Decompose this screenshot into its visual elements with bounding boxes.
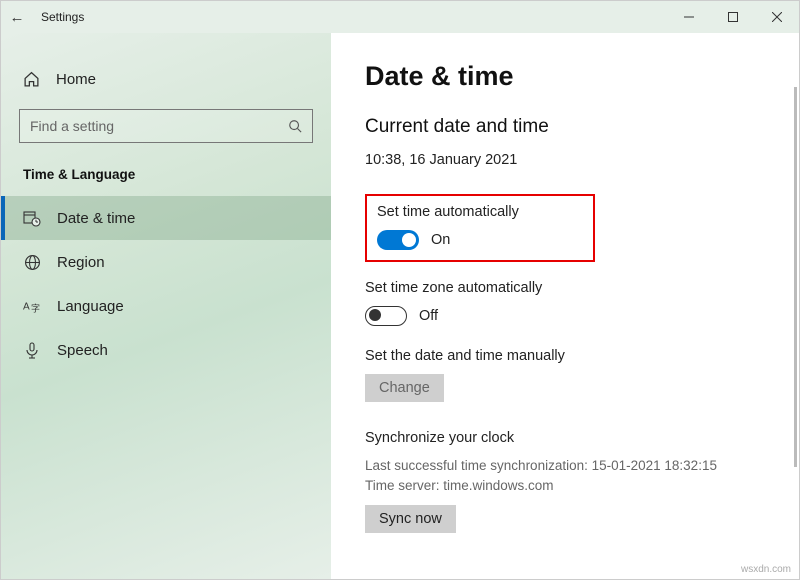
close-button[interactable] xyxy=(755,1,799,33)
sync-server: Time server: time.windows.com xyxy=(365,476,769,496)
set-tz-auto-state: Off xyxy=(419,308,438,324)
sidebar-item-date-time[interactable]: Date & time xyxy=(1,196,331,240)
section-current: Current date and time xyxy=(365,116,769,138)
sync-last: Last successful time synchronization: 15… xyxy=(365,456,769,476)
search-icon xyxy=(288,119,302,133)
sidebar-home-label: Home xyxy=(56,71,96,88)
sidebar-item-region[interactable]: Region xyxy=(1,240,331,284)
window-controls xyxy=(667,1,799,33)
search-box[interactable] xyxy=(19,109,313,143)
change-button[interactable]: Change xyxy=(365,374,444,402)
sidebar-item-label: Date & time xyxy=(57,210,135,227)
settings-window: ← Settings Home xyxy=(0,0,800,580)
manual-block: Set the date and time manually Change xyxy=(365,348,769,402)
maximize-button[interactable] xyxy=(711,1,755,33)
calendar-clock-icon xyxy=(23,209,41,227)
minimize-button[interactable] xyxy=(667,1,711,33)
current-datetime: 10:38, 16 January 2021 xyxy=(365,152,769,168)
sidebar-item-label: Language xyxy=(57,298,124,315)
sidebar-item-speech[interactable]: Speech xyxy=(1,328,331,372)
sidebar-item-language[interactable]: A字 Language xyxy=(1,284,331,328)
window-title: Settings xyxy=(41,10,84,24)
back-button[interactable]: ← xyxy=(1,9,33,26)
set-tz-auto-toggle[interactable] xyxy=(365,306,407,326)
sidebar-item-label: Speech xyxy=(57,342,108,359)
set-time-auto-state: On xyxy=(431,232,450,248)
set-time-auto-label: Set time automatically xyxy=(377,204,583,220)
set-tz-auto-label: Set time zone automatically xyxy=(365,280,769,296)
svg-text:字: 字 xyxy=(31,302,40,313)
sidebar: Home Time & Language Date & time Reg xyxy=(1,33,331,579)
titlebar: ← Settings xyxy=(1,1,799,33)
home-icon xyxy=(23,71,40,88)
highlight-set-time-auto: Set time automatically On xyxy=(365,194,595,262)
set-time-auto-toggle[interactable] xyxy=(377,230,419,250)
language-icon: A字 xyxy=(23,298,41,315)
sync-label: Synchronize your clock xyxy=(365,430,769,446)
globe-icon xyxy=(23,254,41,271)
set-tz-auto-block: Set time zone automatically Off xyxy=(365,280,769,326)
sidebar-home[interactable]: Home xyxy=(1,57,331,101)
footer-credit: wsxdn.com xyxy=(741,564,791,575)
sync-info: Last successful time synchronization: 15… xyxy=(365,456,769,495)
sidebar-item-label: Region xyxy=(57,254,105,271)
sync-now-button[interactable]: Sync now xyxy=(365,505,456,533)
page-title: Date & time xyxy=(365,61,769,92)
manual-label: Set the date and time manually xyxy=(365,348,769,364)
svg-text:A: A xyxy=(23,301,30,312)
scrollbar[interactable] xyxy=(794,87,797,467)
body: Home Time & Language Date & time Reg xyxy=(1,33,799,579)
main-panel: Date & time Current date and time 10:38,… xyxy=(331,33,799,579)
search-input[interactable] xyxy=(30,118,288,134)
microphone-icon xyxy=(23,342,41,359)
sync-block: Synchronize your clock Last successful t… xyxy=(365,430,769,533)
sidebar-category: Time & Language xyxy=(1,161,331,196)
